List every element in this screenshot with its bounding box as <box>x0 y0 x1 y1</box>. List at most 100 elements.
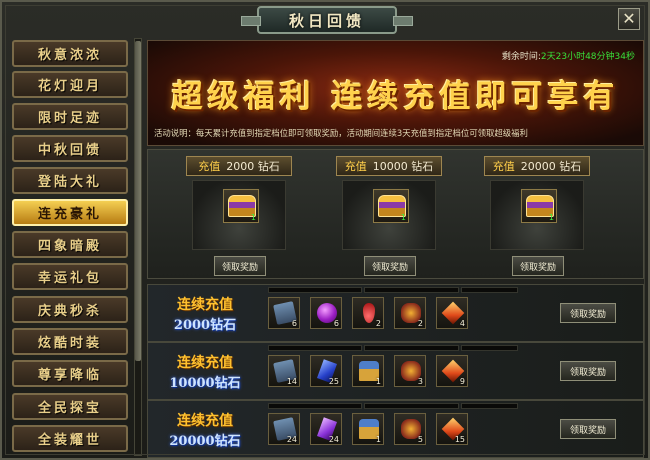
row-tag: 连续充值 10000钻石 <box>150 346 260 396</box>
item-count: 5 <box>417 435 423 444</box>
blood-drop-item[interactable]: 2 <box>352 297 384 329</box>
dragon-item[interactable]: 5 <box>394 413 426 445</box>
progress-segment <box>460 403 519 409</box>
progress-segments <box>268 287 519 293</box>
item-count: 25 <box>328 377 339 386</box>
claim-reward-button[interactable]: 领取奖励 <box>512 256 564 276</box>
sidebar-item-label: 尊享降临 <box>37 368 102 383</box>
item-count: 3 <box>417 377 423 386</box>
sidebar-item-5-active[interactable]: 连充豪礼 <box>12 199 128 226</box>
reward-items: 14 25 1 3 9 <box>268 355 468 391</box>
progress-segment <box>364 287 459 293</box>
sidebar-item-label: 庆典秒杀 <box>37 304 102 319</box>
sidebar-item-2[interactable]: 限时足迹 <box>12 103 128 130</box>
reward-card-20000: 充值 20000 钻石 1 领取奖励 <box>484 156 590 276</box>
item-count: 1 <box>250 213 256 222</box>
card-prefix: 充值 <box>344 160 367 173</box>
card-prefix: 充值 <box>492 160 515 173</box>
blue-gem-item[interactable]: 25 <box>310 355 342 387</box>
sidebar-item-label: 限时足迹 <box>37 111 102 126</box>
orb-item[interactable]: 6 <box>310 297 342 329</box>
close-icon: ✕ <box>622 9 636 28</box>
card-header: 充值 10000 钻石 <box>336 156 442 176</box>
sidebar-item-7[interactable]: 幸运礼包 <box>12 263 128 290</box>
sidebar-item-label: 全民探宝 <box>37 401 102 416</box>
sidebar-item-label: 登陆大礼 <box>37 175 102 190</box>
card-header: 充值 20000 钻石 <box>484 156 590 176</box>
reward-slot[interactable]: 1 <box>373 189 409 223</box>
sidebar-item-label: 幸运礼包 <box>37 271 102 286</box>
pedestal: 1 <box>490 180 584 250</box>
sidebar-item-12[interactable]: 全装耀世 <box>12 425 128 452</box>
claim-reward-button[interactable]: 领取奖励 <box>364 256 416 276</box>
claim-reward-button[interactable]: 领取奖励 <box>560 303 616 323</box>
timer-value: 2天23小时48分钟34秒 <box>540 52 635 62</box>
scroll-item[interactable]: 14 <box>268 355 300 387</box>
chest-item[interactable]: 1 <box>352 355 384 387</box>
reward-slot[interactable]: 1 <box>223 189 259 223</box>
sidebar-item-label: 中秋回馈 <box>37 143 102 158</box>
dragon-item[interactable]: 3 <box>394 355 426 387</box>
blood-drop-icon <box>363 303 375 323</box>
row-title: 连续充值 <box>177 412 233 429</box>
sidebar-item-label: 炫酷时装 <box>37 336 102 351</box>
sidebar: 秋意浓浓 花灯迎月 限时足迹 中秋回馈 登陆大礼 连充豪礼 四象暗殿 幸运礼包 … <box>10 38 142 458</box>
scroll-item[interactable]: 24 <box>268 413 300 445</box>
reward-slot[interactable]: 1 <box>521 189 557 223</box>
row-amount: 20000钻石 <box>169 433 241 449</box>
progress-segment <box>364 403 459 409</box>
banner-headline: 超级福利 连续充值即可享有 <box>171 79 620 115</box>
sidebar-item-label: 花灯迎月 <box>37 79 102 94</box>
dragon-item[interactable]: 2 <box>394 297 426 329</box>
reward-card-10000: 充值 10000 钻石 1 领取奖励 <box>336 156 442 276</box>
sidebar-item-4[interactable]: 登陆大礼 <box>12 167 128 194</box>
sidebar-item-0[interactable]: 秋意浓浓 <box>12 40 128 67</box>
sidebar-item-6[interactable]: 四象暗殿 <box>12 231 128 258</box>
sidebar-scroll-thumb[interactable] <box>135 41 141 361</box>
consecutive-row-20000: 连续充值 20000钻石 24 24 1 5 15 领取奖励 <box>147 400 644 458</box>
item-count: 9 <box>459 377 465 386</box>
sidebar-scrollbar[interactable] <box>134 38 142 456</box>
claim-reward-button[interactable]: 领取奖励 <box>560 361 616 381</box>
close-button[interactable]: ✕ <box>618 8 640 30</box>
consecutive-row-10000: 连续充值 10000钻石 14 25 1 3 9 领取奖励 <box>147 342 644 400</box>
scroll-item[interactable]: 6 <box>268 297 300 329</box>
sidebar-item-8[interactable]: 庆典秒杀 <box>12 296 128 323</box>
purple-gem-item[interactable]: 24 <box>310 413 342 445</box>
crystal-item[interactable]: 15 <box>436 413 468 445</box>
item-count: 6 <box>291 319 297 328</box>
sidebar-item-3[interactable]: 中秋回馈 <box>12 135 128 162</box>
row-tag: 连续充值 2000钻石 <box>150 288 260 338</box>
row-amount: 2000钻石 <box>173 317 237 333</box>
sidebar-item-9[interactable]: 炫酷时装 <box>12 328 128 355</box>
sidebar-item-11[interactable]: 全民探宝 <box>12 393 128 420</box>
reward-card-2000: 充值 2000 钻石 1 领取奖励 <box>186 156 292 276</box>
reward-items: 6 6 2 2 4 <box>268 297 468 333</box>
consecutive-row-2000: 连续充值 2000钻石 6 6 2 2 4 领取奖励 <box>147 284 644 342</box>
item-count: 1 <box>548 213 554 222</box>
card-header: 充值 2000 钻石 <box>186 156 292 176</box>
card-amount: 20000 钻石 <box>520 160 582 173</box>
chest-item[interactable]: 1 <box>352 413 384 445</box>
progress-segments <box>268 403 519 409</box>
crystal-item[interactable]: 9 <box>436 355 468 387</box>
progress-segment <box>364 345 459 351</box>
claim-reward-button[interactable]: 领取奖励 <box>214 256 266 276</box>
row-amount: 10000钻石 <box>169 375 241 391</box>
crystal-item[interactable]: 4 <box>436 297 468 329</box>
sidebar-item-label: 连充豪礼 <box>37 207 102 222</box>
sidebar-item-label: 四象暗殿 <box>37 239 102 254</box>
progress-segment <box>460 345 519 351</box>
item-count: 24 <box>328 435 339 444</box>
item-count: 24 <box>286 435 297 444</box>
sidebar-item-label: 全装耀世 <box>37 433 102 448</box>
pedestal: 1 <box>192 180 286 250</box>
sidebar-item-1[interactable]: 花灯迎月 <box>12 71 128 98</box>
claim-reward-button[interactable]: 领取奖励 <box>560 419 616 439</box>
reward-items: 24 24 1 5 15 <box>268 413 468 449</box>
sidebar-item-10[interactable]: 尊享降临 <box>12 360 128 387</box>
pedestal: 1 <box>342 180 436 250</box>
progress-segment <box>268 287 363 293</box>
progress-segment <box>268 403 363 409</box>
row-tag: 连续充值 20000钻石 <box>150 404 260 454</box>
